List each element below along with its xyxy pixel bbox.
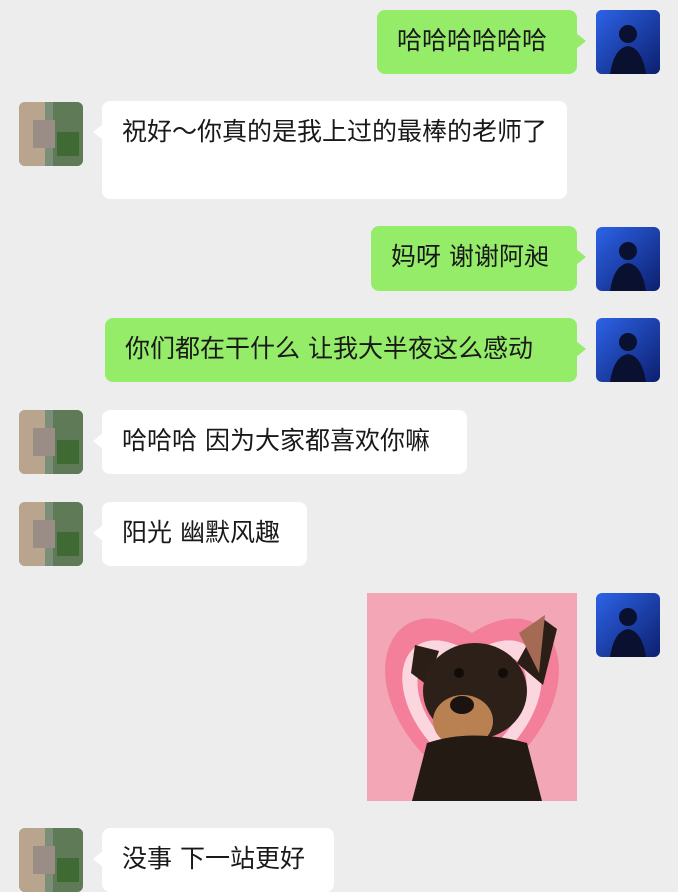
- contact-avatar[interactable]: [19, 828, 83, 892]
- message-bubble-incoming[interactable]: 阳光 幽默风趣: [93, 502, 307, 566]
- dog-heart-sticker[interactable]: [367, 593, 577, 801]
- message-bubble-incoming[interactable]: 哈哈哈 因为大家都喜欢你嘛: [93, 410, 467, 474]
- message-bubble-outgoing[interactable]: 你们都在干什么 让我大半夜这么感动: [105, 318, 586, 382]
- message-bubble-outgoing[interactable]: 哈哈哈哈哈哈: [377, 10, 586, 74]
- self-avatar[interactable]: [596, 10, 660, 74]
- self-avatar[interactable]: [596, 318, 660, 382]
- message-bubble-incoming[interactable]: 祝好～你真的是我上过的最棒的老师了: [93, 101, 567, 199]
- contact-avatar[interactable]: [19, 102, 83, 166]
- message-bubble-outgoing[interactable]: 妈呀 谢谢阿昶: [371, 226, 586, 291]
- self-avatar[interactable]: [596, 227, 660, 291]
- message-bubble-incoming[interactable]: 没事 下一站更好: [93, 828, 334, 892]
- self-avatar[interactable]: [596, 593, 660, 657]
- contact-avatar[interactable]: [19, 410, 83, 474]
- contact-avatar[interactable]: [19, 502, 83, 566]
